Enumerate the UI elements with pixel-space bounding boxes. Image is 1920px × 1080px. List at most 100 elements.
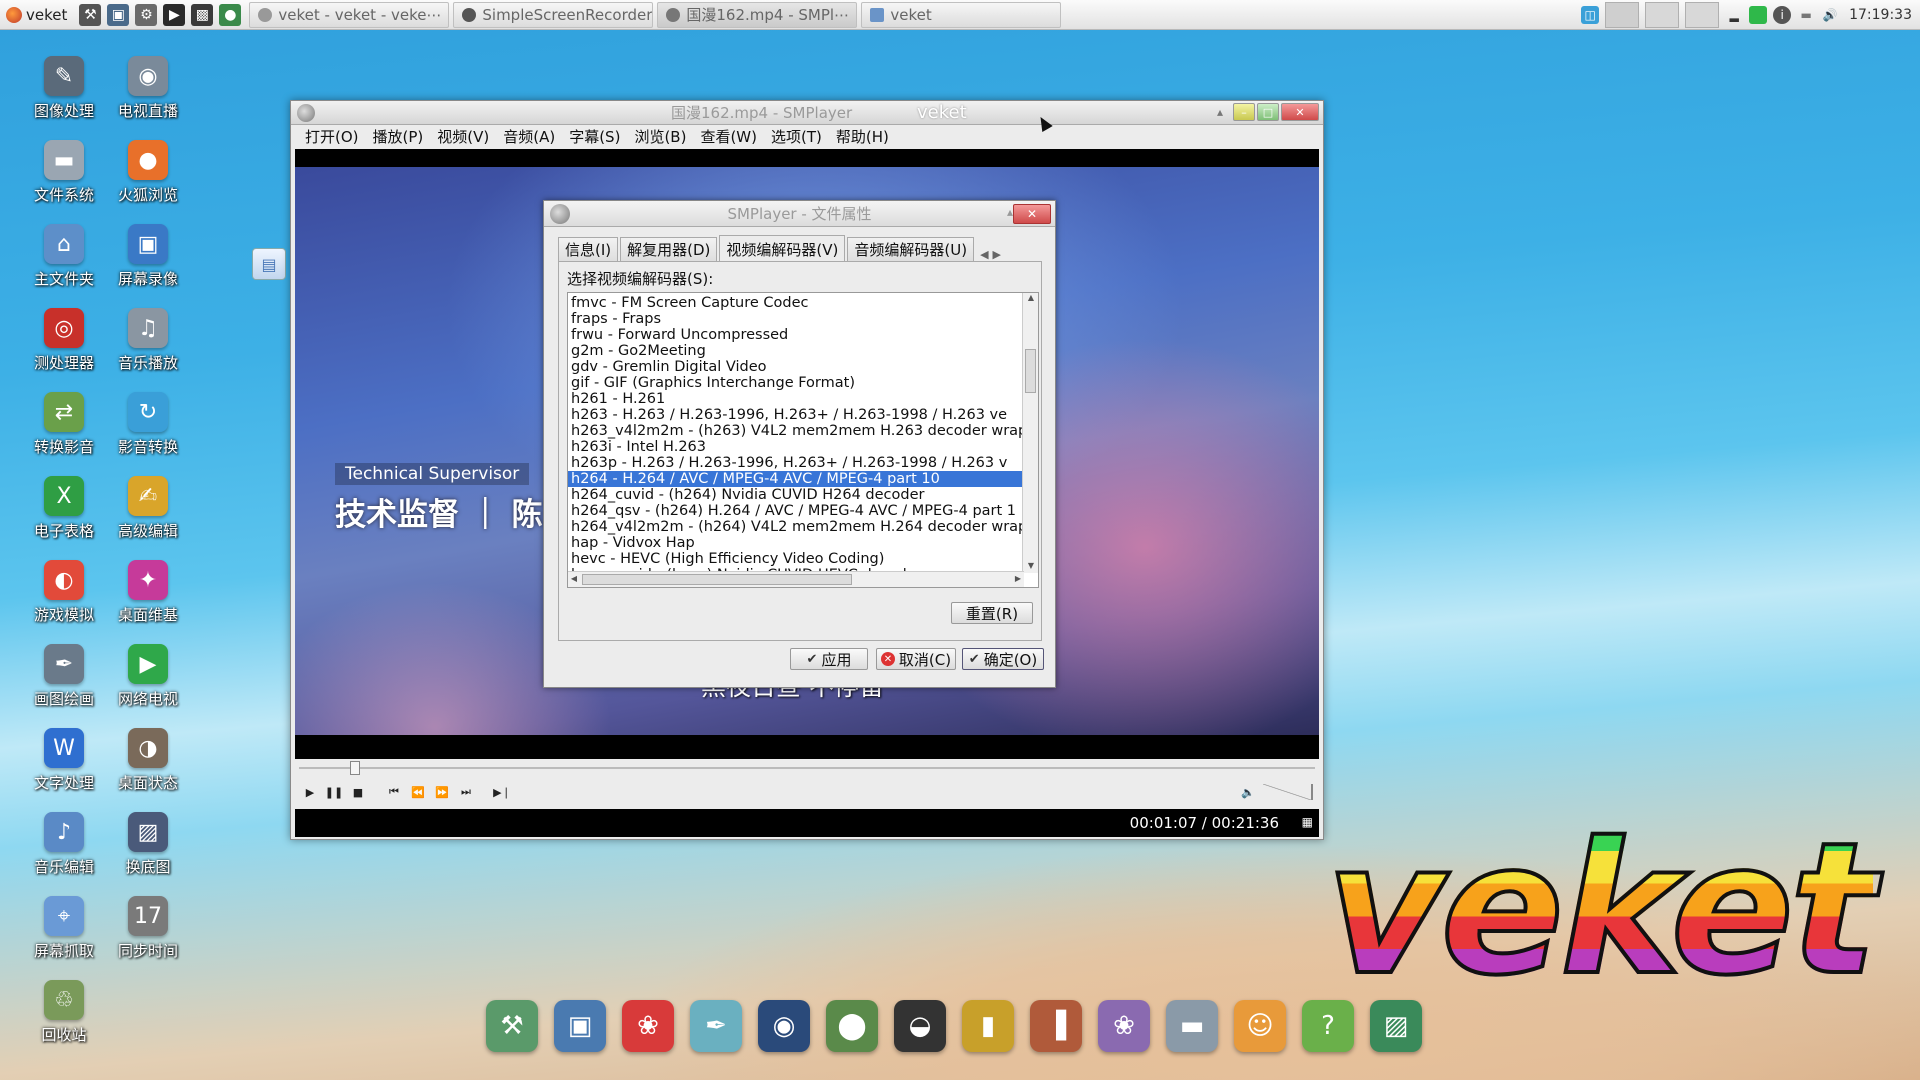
desktop-icon[interactable]: ⌂ 主文件夹 — [22, 224, 106, 289]
desktop-icon[interactable]: ▨ 换底图 — [106, 812, 190, 877]
desktop-pager-3[interactable] — [1685, 2, 1720, 28]
desktop-icon[interactable]: ◐ 游戏模拟 — [22, 560, 106, 625]
signal-icon[interactable]: ▂ — [1725, 6, 1743, 24]
pen-icon[interactable]: ✒ — [690, 1000, 742, 1052]
start-button[interactable]: veket — [0, 0, 73, 30]
play-icon[interactable]: ▶ — [301, 783, 319, 801]
desktop-icon[interactable]: ♪ 音乐编辑 — [22, 812, 106, 877]
pause-icon[interactable]: ❚❚ — [325, 783, 343, 801]
dialog-tab[interactable]: 信息(I) — [558, 237, 619, 261]
codec-list-item[interactable]: h264_cuvid - (h264) Nvidia CUVID H264 de… — [568, 487, 1022, 503]
usb-icon[interactable]: ▬ — [1166, 1000, 1218, 1052]
codec-list-item[interactable]: g2m - Go2Meeting — [568, 343, 1022, 359]
mascot-icon[interactable]: ❀ — [622, 1000, 674, 1052]
frame-step-icon[interactable]: ▶❘ — [493, 783, 511, 801]
network-icon[interactable]: ⬤ — [826, 1000, 878, 1052]
desktop-icon[interactable]: X 电子表格 — [22, 476, 106, 541]
tab-right-icon[interactable]: ▶ — [993, 248, 1001, 261]
cancel-button[interactable]: ✕ 取消(C) — [876, 648, 956, 670]
codec-list-item[interactable]: h263i - Intel H.263 — [568, 439, 1022, 455]
dialog-tab[interactable]: 解复用器(D) — [620, 237, 718, 261]
menu-item[interactable]: 帮助(H) — [836, 126, 889, 147]
scroll-right-icon[interactable]: ▶ — [1012, 574, 1024, 583]
desktop-icon[interactable]: ⌖ 屏幕抓取 — [22, 896, 106, 961]
desktop-icon[interactable]: ✍ 高级编辑 — [106, 476, 190, 541]
scroll-up-icon[interactable]: ▲ — [1023, 293, 1038, 305]
desktop-icon[interactable]: ↻ 影音转换 — [106, 392, 190, 457]
desktop-icon[interactable]: ▣ 屏幕录像 — [106, 224, 190, 289]
video-info-icon[interactable]: ▦ — [1302, 815, 1313, 829]
maximize-button[interactable]: □ — [1257, 103, 1279, 121]
volume-icon[interactable]: 🔊 — [1821, 6, 1839, 24]
codec-list-item[interactable]: h263 - H.263 / H.263-1996, H.263+ / H.26… — [568, 407, 1022, 423]
desktop-icon[interactable]: ✎ 图像处理 — [22, 56, 106, 121]
desktop-icon[interactable]: ▶ 网络电视 — [106, 644, 190, 709]
desktop-icon[interactable]: 17 同步时间 — [106, 896, 190, 961]
apply-button[interactable]: ✔ 应用 — [790, 648, 868, 670]
reset-button[interactable]: 重置(R) — [951, 602, 1033, 624]
forward-icon[interactable]: ⏩ — [433, 783, 451, 801]
minimize-button[interactable]: – — [1233, 103, 1255, 121]
codec-list[interactable]: fmvc - FM Screen Capture Codec fraps - Fr… — [567, 292, 1039, 588]
menu-item[interactable]: 查看(W) — [700, 126, 757, 147]
menu-item[interactable]: 浏览(B) — [634, 126, 686, 147]
terminal-icon[interactable]: ▩ — [191, 3, 214, 26]
pin-icon[interactable]: ▴ — [1217, 103, 1231, 121]
codec-vertical-scrollbar[interactable]: ▲ ▼ — [1022, 293, 1038, 573]
image-viewer-icon[interactable]: ▣ — [107, 3, 130, 26]
previous-icon[interactable]: ⏮ — [385, 783, 403, 801]
codec-list-item[interactable]: h261 - H.261 — [568, 391, 1022, 407]
desktop-icon[interactable]: ♲ 回收站 — [22, 980, 106, 1045]
penguin-icon[interactable]: ◒ — [894, 1000, 946, 1052]
dialog-close-button[interactable]: ✕ — [1013, 204, 1051, 224]
scroll-down-icon[interactable]: ▼ — [1023, 561, 1038, 573]
desktop-icon[interactable]: ▬ 文件系统 — [22, 140, 106, 205]
codec-list-item[interactable]: gdv - Gremlin Digital Video — [568, 359, 1022, 375]
codec-list-item[interactable]: h264_qsv - (h264) H.264 / AVC / MPEG-4 A… — [568, 503, 1022, 519]
codec-list-item[interactable]: h264_v4l2m2m - (h264) V4L2 mem2mem H.264… — [568, 519, 1022, 535]
desktop-icon[interactable]: W 文字处理 — [22, 728, 106, 793]
battery-icon[interactable] — [1749, 6, 1768, 24]
menu-item[interactable]: 音频(A) — [503, 126, 555, 147]
scroll-thumb[interactable] — [582, 574, 852, 585]
codec-list-item[interactable]: h264 - H.264 / AVC / MPEG-4 AVC / MPEG-4… — [568, 471, 1022, 487]
info-icon[interactable]: i — [1773, 6, 1792, 24]
menu-item[interactable]: 播放(P) — [373, 126, 424, 147]
close-button[interactable]: ✕ — [1281, 103, 1319, 121]
task-veket-browser[interactable]: veket - veket - veke⋯ — [249, 1, 450, 28]
stop-icon[interactable]: ■ — [349, 783, 367, 801]
codec-horizontal-scrollbar[interactable]: ◀ ▶ — [568, 571, 1024, 587]
codec-list-item[interactable]: frwu - Forward Uncompressed — [568, 327, 1022, 343]
codec-list-item[interactable]: h263p - H.263 / H.263-1996, H.263+ / H.2… — [568, 455, 1022, 471]
desktop-icon[interactable]: ♫ 音乐播放 — [106, 308, 190, 373]
screen-icon[interactable]: ◫ — [1581, 6, 1600, 24]
desktop-icon[interactable]: ◎ 测处理器 — [22, 308, 106, 373]
folder-shortcut-icon[interactable]: ▤ — [252, 248, 286, 280]
play-icon[interactable]: ▶ — [163, 3, 186, 26]
desktop-icon[interactable]: ⇄ 转换影音 — [22, 392, 106, 457]
chart-app-icon[interactable]: ▐ — [1030, 1000, 1082, 1052]
menu-item[interactable]: 选项(T) — [771, 126, 822, 147]
seek-bar[interactable] — [295, 761, 1319, 775]
rewind-icon[interactable]: ⏪ — [409, 783, 427, 801]
codec-list-item[interactable]: h263_v4l2m2m - (h263) V4L2 mem2mem H.263… — [568, 423, 1022, 439]
desktop-icon[interactable]: ● 火狐浏览 — [106, 140, 190, 205]
dialog-tab[interactable]: 视频编解码器(V) — [719, 235, 846, 262]
globe-icon[interactable]: ● — [219, 3, 242, 26]
palette-icon[interactable]: ❀ — [1098, 1000, 1150, 1052]
dialog-titlebar[interactable]: SMPlayer - 文件属性 ▴ ✕ — [544, 201, 1055, 227]
scroll-thumb[interactable] — [1025, 349, 1036, 393]
codec-list-item[interactable]: hap - Vidvox Hap — [568, 535, 1022, 551]
disc-icon[interactable]: ◉ — [758, 1000, 810, 1052]
menu-item[interactable]: 视频(V) — [437, 126, 489, 147]
file-manager-icon[interactable]: ⚒ — [486, 1000, 538, 1052]
codec-list-item[interactable]: hevc - HEVC (High Efficiency Video Codin… — [568, 551, 1022, 567]
dialog-tab[interactable]: 音频编解码器(U) — [847, 237, 975, 261]
desktop-pager-1[interactable] — [1605, 2, 1640, 28]
notebook-icon[interactable]: ▮ — [962, 1000, 1014, 1052]
desktop-icon[interactable]: ✒ 画图绘画 — [22, 644, 106, 709]
task-veket-folder[interactable]: veket — [861, 1, 1062, 28]
player-titlebar[interactable]: 国漫162.mp4 - SMPlayer veket ▴ – □ ✕ — [291, 101, 1323, 125]
task-smplayer[interactable]: 国漫162.mp4 - SMPl⋯ — [657, 1, 858, 28]
menu-item[interactable]: 字幕(S) — [569, 126, 620, 147]
